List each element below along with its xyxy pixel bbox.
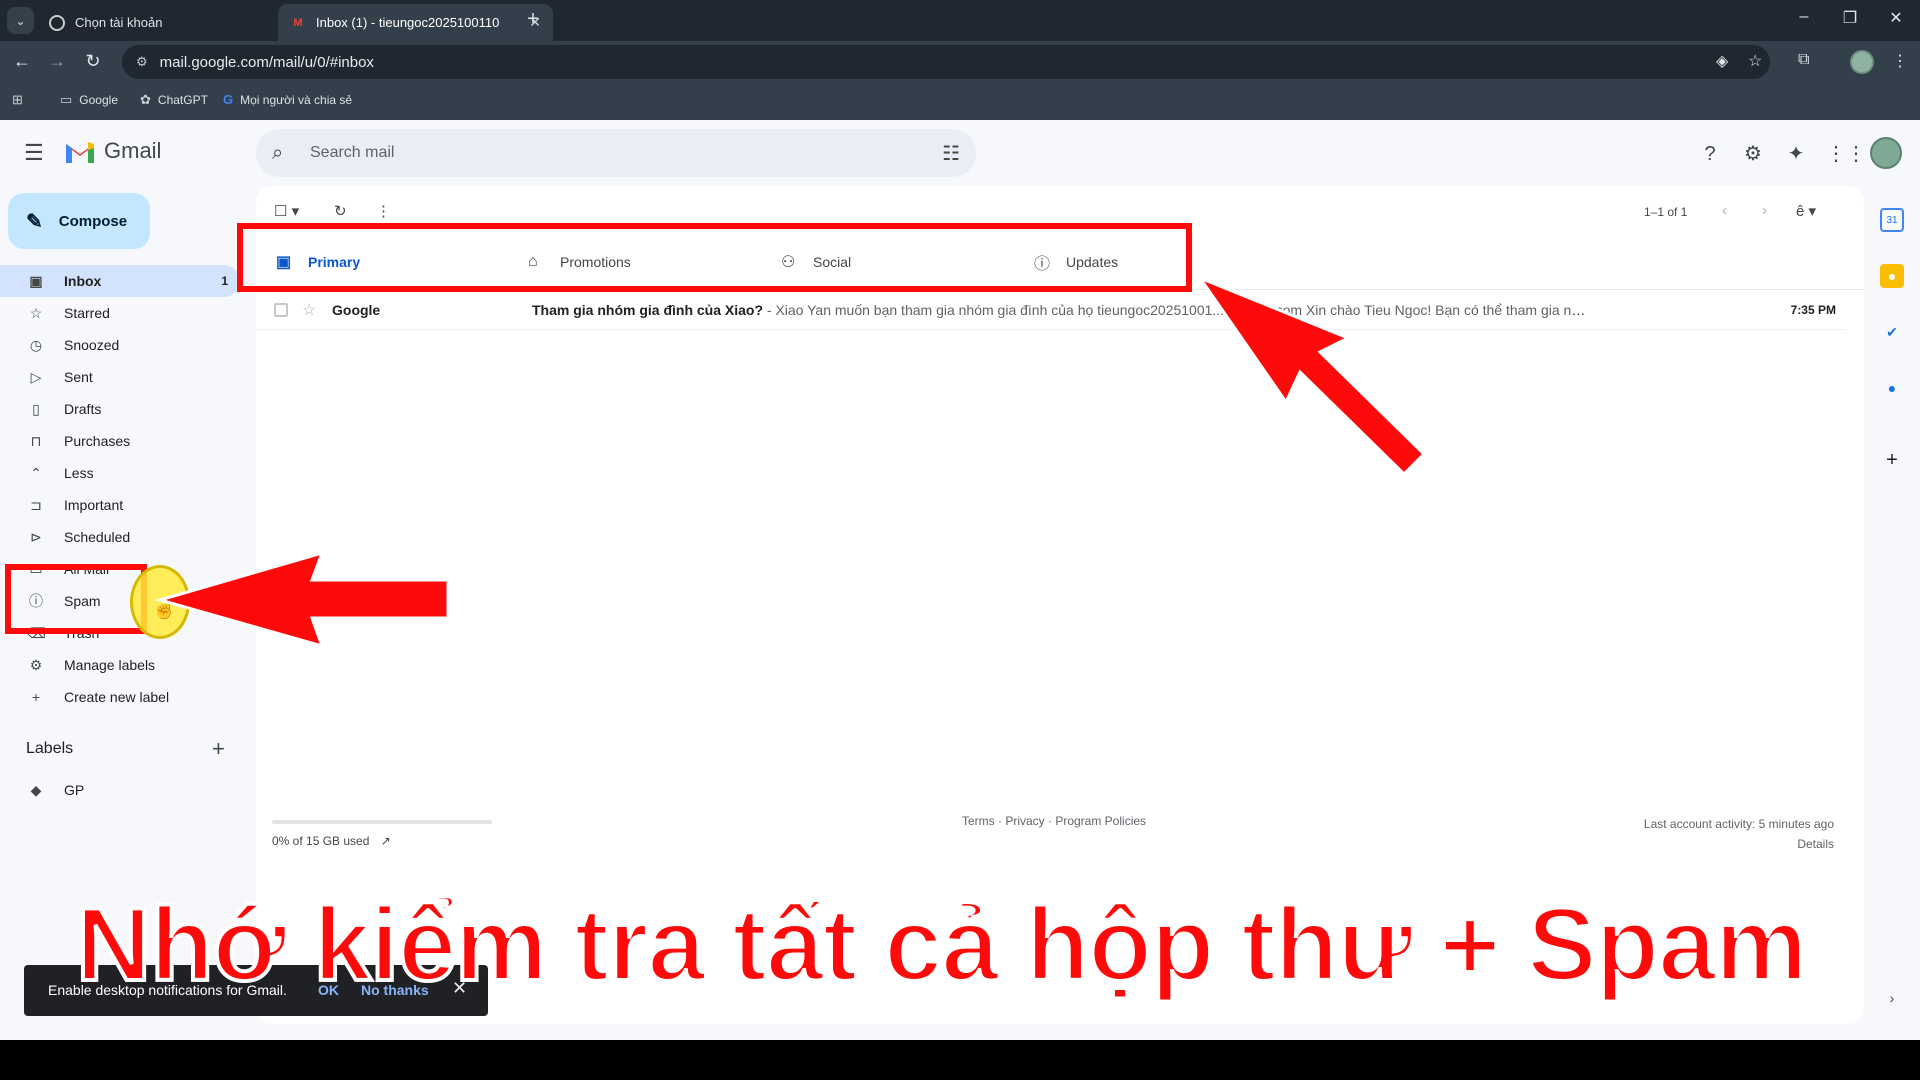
arrow-to-tabs	[1195, 274, 1427, 477]
tutorial-caption: Nhớ kiểm tra tất cả hộp thư + Spam	[74, 885, 1810, 1005]
screen: ⌄ Chọn tài khoản ✕ M Inbox (1) - tieungo…	[0, 0, 1920, 1040]
arrow-to-spam	[154, 550, 450, 649]
